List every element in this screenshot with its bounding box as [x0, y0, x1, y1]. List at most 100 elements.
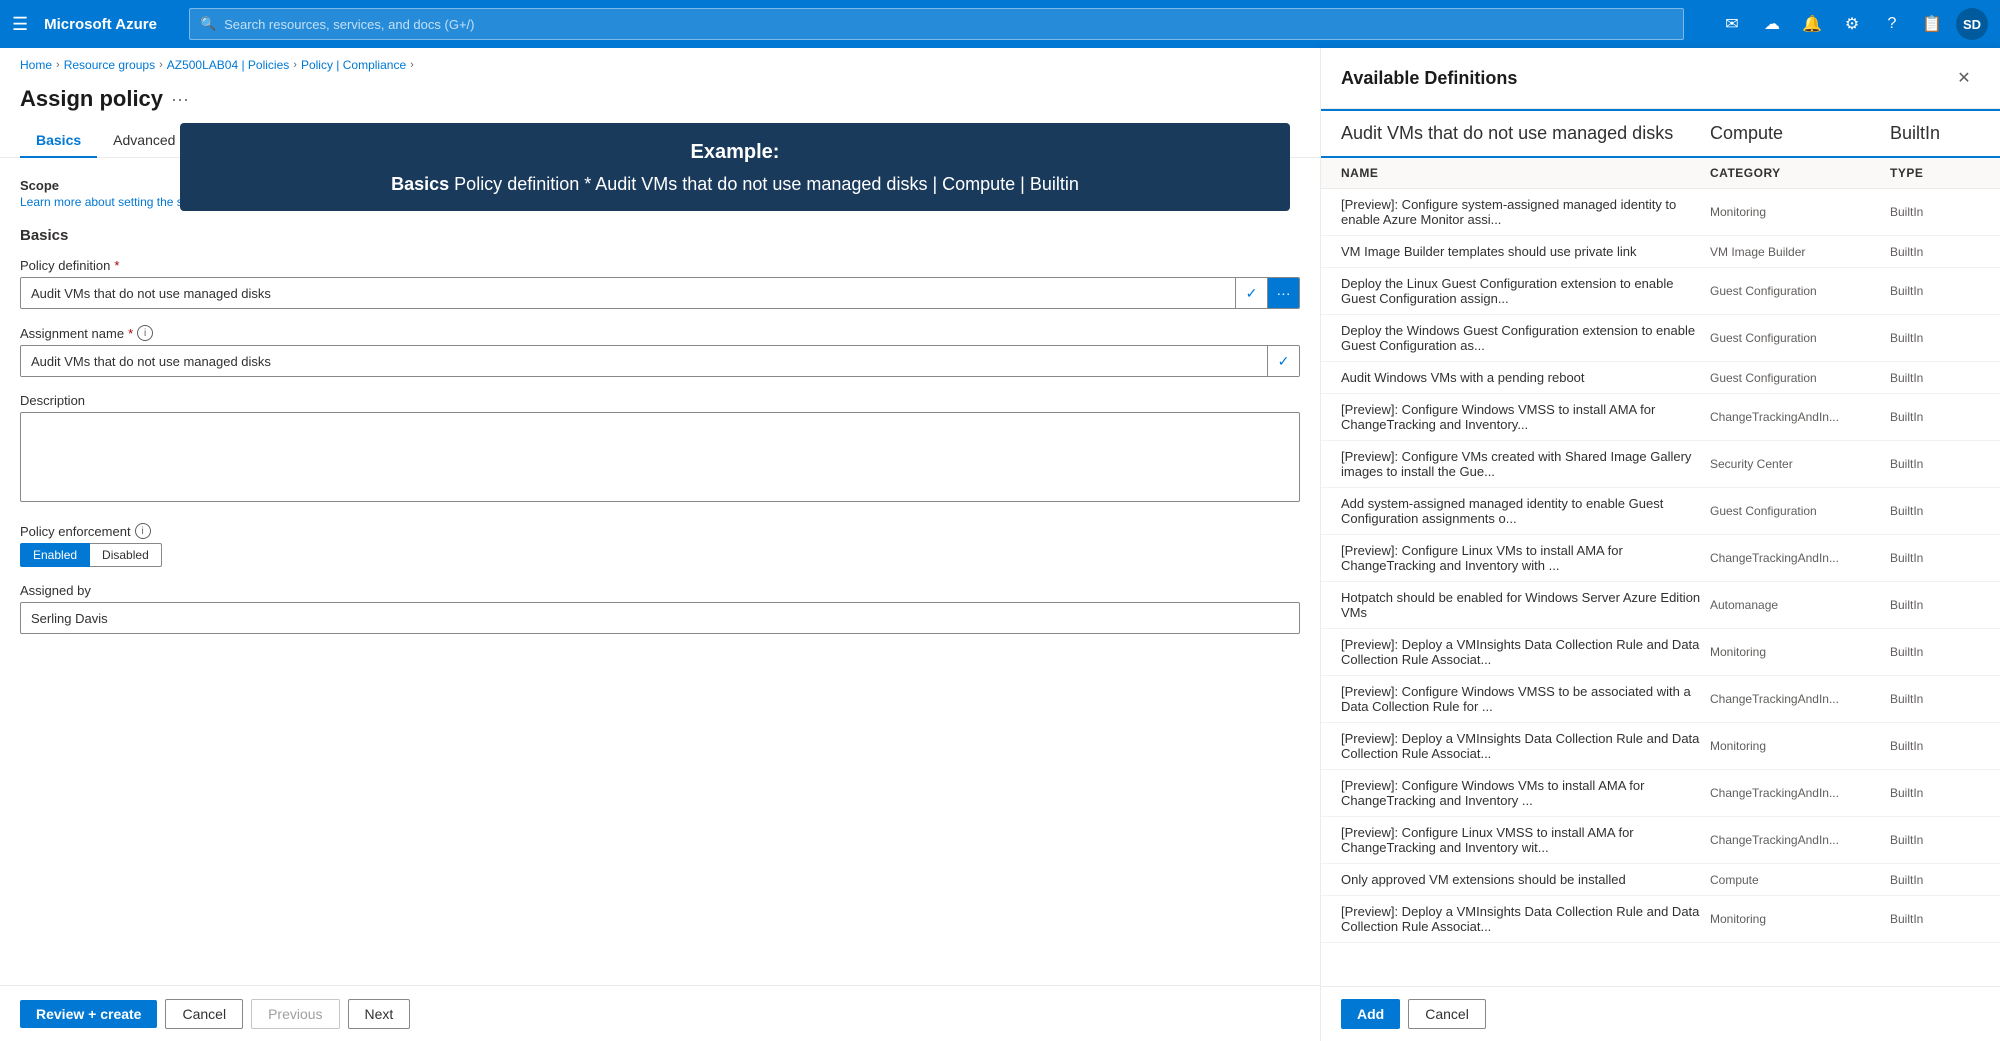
description-label: Description [20, 393, 1300, 408]
assigned-by-group: Assigned by [20, 583, 1300, 634]
banner-title: Example: [204, 141, 1266, 164]
breadcrumb-resource-groups[interactable]: Resource groups [64, 58, 155, 72]
assignment-name-group: Assignment name * i ✓ [20, 325, 1300, 377]
assignment-name-check-btn[interactable]: ✓ [1267, 346, 1299, 376]
previous-button[interactable]: Previous [251, 999, 339, 1029]
search-bar[interactable]: 🔍 Search resources, services, and docs (… [189, 8, 1684, 40]
page-menu-icon[interactable]: ··· [171, 89, 189, 110]
left-panel: Home › Resource groups › AZ500LAB04 | Po… [0, 48, 1320, 1041]
enforcement-info-icon[interactable]: i [135, 523, 151, 539]
def-type-2: BuiltIn [1890, 284, 1980, 298]
list-item[interactable]: [Preview]: Configure Windows VMSS to be … [1321, 676, 2000, 723]
banner-subtitle: Basics Policy definition * Audit VMs tha… [204, 172, 1266, 197]
available-definitions-panel: Available Definitions ✕ Audit VMs that d… [1320, 48, 2000, 1041]
def-category-8: ChangeTrackingAndIn... [1710, 551, 1890, 565]
list-item[interactable]: [Preview]: Deploy a VMInsights Data Coll… [1321, 723, 2000, 770]
list-item[interactable]: [Preview]: Deploy a VMInsights Data Coll… [1321, 896, 2000, 943]
assignment-required-star: * [128, 326, 133, 341]
policy-definition-browse-btn[interactable]: ··· [1267, 278, 1299, 308]
breadcrumb-policy-compliance[interactable]: Policy | Compliance [301, 58, 406, 72]
list-item[interactable]: Deploy the Linux Guest Configuration ext… [1321, 268, 2000, 315]
hamburger-icon[interactable]: ☰ [12, 14, 28, 35]
def-name-15: Only approved VM extensions should be in… [1341, 872, 1710, 887]
policy-definition-check-btn[interactable]: ✓ [1235, 278, 1267, 308]
def-category-6: Security Center [1710, 457, 1890, 471]
breadcrumb-home[interactable]: Home [20, 58, 52, 72]
policy-definition-label: Policy definition * [20, 258, 1300, 273]
selected-def-name: Audit VMs that do not use managed disks [1341, 123, 1710, 144]
banner-overlay: Example: Basics Policy definition * Audi… [180, 123, 1290, 211]
banner-rest-text: Policy definition * Audit VMs that do no… [454, 174, 1079, 194]
assigned-by-input[interactable] [20, 602, 1300, 634]
cancel-button[interactable]: Cancel [165, 999, 243, 1029]
def-category-16: Monitoring [1710, 912, 1890, 926]
selected-def-type: BuiltIn [1890, 123, 1980, 144]
def-category-0: Monitoring [1710, 205, 1890, 219]
breadcrumb-sep-1: › [56, 59, 60, 71]
avatar[interactable]: SD [1956, 8, 1988, 40]
def-name-3: Deploy the Windows Guest Configuration e… [1341, 323, 1710, 353]
policy-definition-input[interactable] [21, 278, 1235, 308]
list-item[interactable]: Hotpatch should be enabled for Windows S… [1321, 582, 2000, 629]
def-category-12: Monitoring [1710, 739, 1890, 753]
cloud-icon[interactable]: ☁ [1756, 8, 1788, 40]
breadcrumb-lab[interactable]: AZ500LAB04 | Policies [167, 58, 290, 72]
list-item[interactable]: [Preview]: Deploy a VMInsights Data Coll… [1321, 629, 2000, 676]
selected-definition-row: Audit VMs that do not use managed disks … [1321, 109, 2000, 158]
assignment-info-icon[interactable]: i [137, 325, 153, 341]
def-type-9: BuiltIn [1890, 598, 1980, 612]
content-area: Scope Learn more about setting the scope… [0, 158, 1320, 670]
def-name-2: Deploy the Linux Guest Configuration ext… [1341, 276, 1710, 306]
def-name-7: Add system-assigned managed identity to … [1341, 496, 1710, 526]
list-item[interactable]: [Preview]: Configure VMs created with Sh… [1321, 441, 2000, 488]
list-item[interactable]: Only approved VM extensions should be in… [1321, 864, 2000, 896]
list-item[interactable]: [Preview]: Configure Windows VMSS to ins… [1321, 394, 2000, 441]
notifications-icon[interactable]: ✉ [1716, 8, 1748, 40]
def-type-0: BuiltIn [1890, 205, 1980, 219]
list-item[interactable]: Deploy the Windows Guest Configuration e… [1321, 315, 2000, 362]
breadcrumb: Home › Resource groups › AZ500LAB04 | Po… [0, 48, 1320, 82]
panel-footer: Add Cancel [1321, 986, 2000, 1041]
def-category-15: Compute [1710, 873, 1890, 887]
enforcement-enabled-btn[interactable]: Enabled [20, 543, 90, 567]
def-type-13: BuiltIn [1890, 786, 1980, 800]
def-name-12: [Preview]: Deploy a VMInsights Data Coll… [1341, 731, 1710, 761]
definitions-cancel-btn[interactable]: Cancel [1408, 999, 1486, 1029]
def-type-15: BuiltIn [1890, 873, 1980, 887]
review-create-button[interactable]: Review + create [20, 1000, 157, 1028]
topbar: ☰ Microsoft Azure 🔍 Search resources, se… [0, 0, 2000, 48]
panel-close-btn[interactable]: ✕ [1948, 62, 1980, 94]
def-category-7: Guest Configuration [1710, 504, 1890, 518]
def-category-14: ChangeTrackingAndIn... [1710, 833, 1890, 847]
next-button[interactable]: Next [348, 999, 411, 1029]
list-item[interactable]: VM Image Builder templates should use pr… [1321, 236, 2000, 268]
list-item[interactable]: Add system-assigned managed identity to … [1321, 488, 2000, 535]
tab-basics[interactable]: Basics [20, 124, 97, 158]
bell-icon[interactable]: 🔔 [1796, 8, 1828, 40]
breadcrumb-sep-3: › [293, 59, 297, 71]
search-placeholder: Search resources, services, and docs (G+… [224, 17, 474, 32]
list-item[interactable]: [Preview]: Configure Linux VMSS to insta… [1321, 817, 2000, 864]
breadcrumb-sep-2: › [159, 59, 163, 71]
feedback-icon[interactable]: 📋 [1916, 8, 1948, 40]
list-item[interactable]: [Preview]: Configure system-assigned man… [1321, 189, 2000, 236]
assignment-name-label: Assignment name * i [20, 325, 1300, 341]
page-title: Assign policy [20, 86, 163, 112]
description-textarea[interactable] [20, 412, 1300, 502]
def-name-6: [Preview]: Configure VMs created with Sh… [1341, 449, 1710, 479]
help-icon[interactable]: ? [1876, 8, 1908, 40]
list-item[interactable]: [Preview]: Configure Linux VMs to instal… [1321, 535, 2000, 582]
assignment-name-input[interactable] [21, 346, 1267, 376]
add-button[interactable]: Add [1341, 999, 1400, 1029]
selected-def-category: Compute [1710, 123, 1890, 144]
settings-icon[interactable]: ⚙ [1836, 8, 1868, 40]
def-name-4: Audit Windows VMs with a pending reboot [1341, 370, 1710, 385]
def-type-10: BuiltIn [1890, 645, 1980, 659]
def-type-4: BuiltIn [1890, 371, 1980, 385]
def-category-1: VM Image Builder [1710, 245, 1890, 259]
list-item[interactable]: [Preview]: Configure Windows VMs to inst… [1321, 770, 2000, 817]
tab-advanced[interactable]: Advanced [97, 124, 191, 158]
list-item[interactable]: Audit Windows VMs with a pending reboot … [1321, 362, 2000, 394]
enforcement-disabled-btn[interactable]: Disabled [90, 543, 162, 567]
main-container: Home › Resource groups › AZ500LAB04 | Po… [0, 48, 2000, 1041]
